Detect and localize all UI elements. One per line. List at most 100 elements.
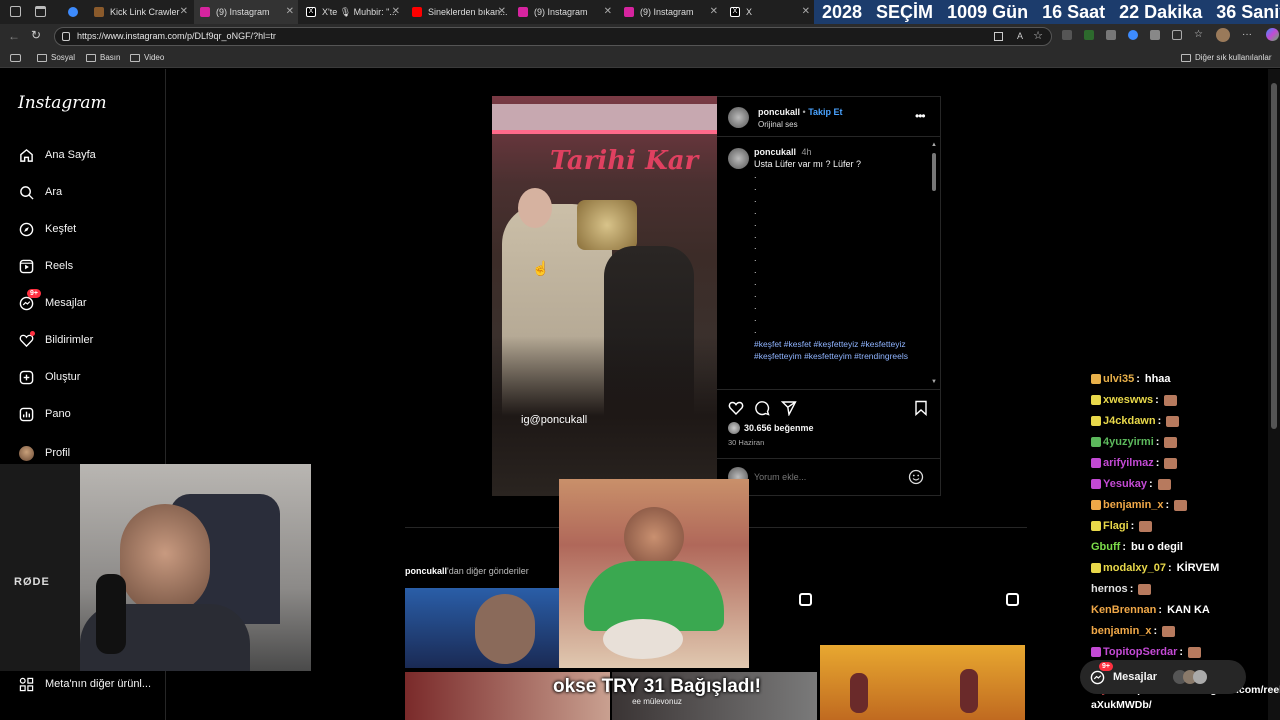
chat-username[interactable]: Flagi xyxy=(1103,520,1129,532)
nav-explore[interactable]: Keşfet xyxy=(18,221,76,237)
follow-button[interactable]: Takip Et xyxy=(808,107,842,117)
window-menu-icon[interactable] xyxy=(10,6,21,17)
chat-username[interactable]: ulvi35 xyxy=(1103,373,1134,385)
chat-username[interactable]: benjamin_x xyxy=(1091,625,1152,637)
chat-username[interactable]: xweswws xyxy=(1103,394,1153,406)
bookmark-folder-sosyal[interactable]: Sosyal xyxy=(37,53,75,62)
chat-username[interactable]: benjamin_x xyxy=(1103,499,1164,511)
app-icon[interactable] xyxy=(994,32,1003,41)
share-icon[interactable] xyxy=(780,400,797,421)
chat-emote-icon xyxy=(1162,625,1176,637)
countdown-minutes: 22 Dakika xyxy=(1119,1,1203,22)
reload-icon[interactable]: ↻ xyxy=(31,28,41,42)
other-bookmarks[interactable]: Diğer sık kullanılanlar xyxy=(1181,53,1271,62)
nav-label: Reels xyxy=(45,260,74,272)
likes-count[interactable]: 30.656 beğenme xyxy=(744,423,814,433)
close-icon[interactable]: ✕ xyxy=(286,6,294,17)
comment-input[interactable] xyxy=(754,469,904,485)
tab-instagram-active[interactable]: (9) Instagram ✕ xyxy=(194,0,298,24)
nav-notifications[interactable]: Bildirimler xyxy=(18,331,93,348)
close-icon[interactable]: ✕ xyxy=(604,6,612,17)
address-bar[interactable]: https://www.instagram.com/p/DLf9qr_oNGF/… xyxy=(54,27,1052,46)
page-scrollbar[interactable] xyxy=(1268,69,1280,720)
more-posts-username[interactable]: poncukall xyxy=(405,566,447,576)
related-post-thumbnail[interactable] xyxy=(820,645,1025,720)
author-username[interactable]: poncukall xyxy=(758,107,800,117)
nav-dashboard[interactable]: Pano xyxy=(18,406,71,422)
back-icon[interactable]: ← xyxy=(8,29,20,43)
scrollbar-thumb[interactable] xyxy=(932,153,936,191)
nav-search[interactable]: Ara xyxy=(18,184,62,200)
chat-username[interactable]: TopitopSerdar xyxy=(1103,646,1177,658)
meta-products-icon xyxy=(18,676,34,692)
messages-pill[interactable]: 9+ Mesajlar xyxy=(1080,660,1246,694)
favorites-icon[interactable]: ☆ xyxy=(1194,30,1204,40)
folder-icon xyxy=(37,53,47,62)
tab-label: Sineklerden bıkan... xyxy=(428,7,508,17)
tab-x-muhbir[interactable]: X X'te 🎙 Muhbir: "... ✕ xyxy=(300,0,404,24)
tab-actions-icon[interactable] xyxy=(35,6,46,17)
nav-create[interactable]: Oluştur xyxy=(18,369,80,385)
tab-instagram-3[interactable]: (9) Instagram ✕ xyxy=(618,0,722,24)
chat-username[interactable]: J4ckdawn xyxy=(1103,415,1156,427)
chat-username[interactable]: hernos xyxy=(1091,583,1128,595)
collections-icon[interactable] xyxy=(1172,30,1182,40)
save-bookmark-icon[interactable] xyxy=(914,400,928,421)
close-icon[interactable]: ✕ xyxy=(710,6,718,17)
copilot-icon[interactable] xyxy=(1266,28,1279,41)
author-avatar[interactable] xyxy=(728,107,749,128)
caption-scrollbar[interactable]: ▲ ▼ xyxy=(930,142,938,387)
bookmarks-menu-icon[interactable] xyxy=(10,54,21,62)
close-icon[interactable]: ✕ xyxy=(498,6,506,17)
chat-username[interactable]: arifyilmaz xyxy=(1103,457,1154,469)
extension-icon[interactable] xyxy=(1150,30,1160,40)
bookmarks-bar: Sosyal Basın Video Diğer sık kullanılanl… xyxy=(0,48,1280,68)
like-heart-icon[interactable] xyxy=(728,400,744,421)
scroll-down-icon[interactable]: ▼ xyxy=(931,379,937,385)
extension-icon[interactable] xyxy=(1062,30,1072,40)
comment-icon[interactable] xyxy=(754,400,770,421)
close-icon[interactable]: ✕ xyxy=(180,6,188,17)
favorite-star-icon[interactable]: ☆ xyxy=(1033,28,1043,45)
tab-0[interactable] xyxy=(60,0,86,24)
more-menu-icon[interactable]: ··· xyxy=(1242,30,1254,40)
profile-avatar[interactable] xyxy=(1216,28,1230,42)
nav-label: Meta'nın diğer ürünl... xyxy=(45,678,152,690)
tab-x[interactable]: X X ✕ xyxy=(724,0,814,24)
extension-icons[interactable]: ☆ ··· xyxy=(1062,28,1279,42)
donation-alert: okse TRY 31 Bağışladı! ee mülevonuz xyxy=(537,676,777,706)
tab-instagram-2[interactable]: (9) Instagram ✕ xyxy=(512,0,616,24)
caption-avatar[interactable] xyxy=(728,148,749,169)
chat-username[interactable]: modalxy_07 xyxy=(1103,562,1166,574)
nav-more-meta-products[interactable]: Meta'nın diğer ürünl... xyxy=(18,676,151,692)
extension-icon[interactable] xyxy=(1128,30,1138,40)
url-text: https://www.instagram.com/p/DLf9qr_oNGF/… xyxy=(77,31,276,41)
extension-icon[interactable] xyxy=(1106,30,1116,40)
post-options-icon[interactable]: ••• xyxy=(915,109,926,123)
caption-hashtags[interactable]: #keşfet #kesfet #keşfetteyiz #kesfetteyi… xyxy=(754,338,928,362)
bookmark-folder-basin[interactable]: Basın xyxy=(86,53,120,62)
tab-youtube[interactable]: Sineklerden bıkan... ✕ xyxy=(406,0,510,24)
scrollbar-thumb[interactable] xyxy=(1271,83,1277,429)
chat-username[interactable]: Gbuff xyxy=(1091,541,1120,553)
chat-username[interactable]: Yesukay xyxy=(1103,478,1147,490)
chat-username[interactable]: 4yuzyirmi xyxy=(1103,436,1154,448)
close-icon[interactable]: ✕ xyxy=(802,6,810,17)
tab-kick-link-crawler[interactable]: Kick Link Crawler ✕ xyxy=(88,0,192,24)
nav-reels[interactable]: Reels xyxy=(18,258,73,274)
emoji-icon[interactable] xyxy=(908,469,924,490)
extension-icon[interactable] xyxy=(1084,30,1094,40)
nav-profile[interactable]: Profil xyxy=(18,445,70,461)
close-icon[interactable]: ✕ xyxy=(392,6,400,17)
caption-username[interactable]: poncukall xyxy=(754,147,796,157)
bookmark-folder-video[interactable]: Video xyxy=(130,53,164,62)
nav-messages[interactable]: 9+ Mesajlar xyxy=(18,289,87,311)
audio-label[interactable]: Orijinal ses xyxy=(758,120,798,129)
nav-home[interactable]: Ana Sayfa xyxy=(18,147,96,163)
instagram-logo[interactable]: Instagram xyxy=(18,93,107,113)
chat-separator: : xyxy=(1136,373,1140,385)
chat-username[interactable]: KenBrennan xyxy=(1091,604,1156,616)
scroll-up-icon[interactable]: ▲ xyxy=(931,142,937,148)
read-aloud-icon[interactable]: A xyxy=(1017,28,1023,45)
post-video[interactable]: Tarihi Kar ig@poncukall ☝ xyxy=(492,96,717,496)
